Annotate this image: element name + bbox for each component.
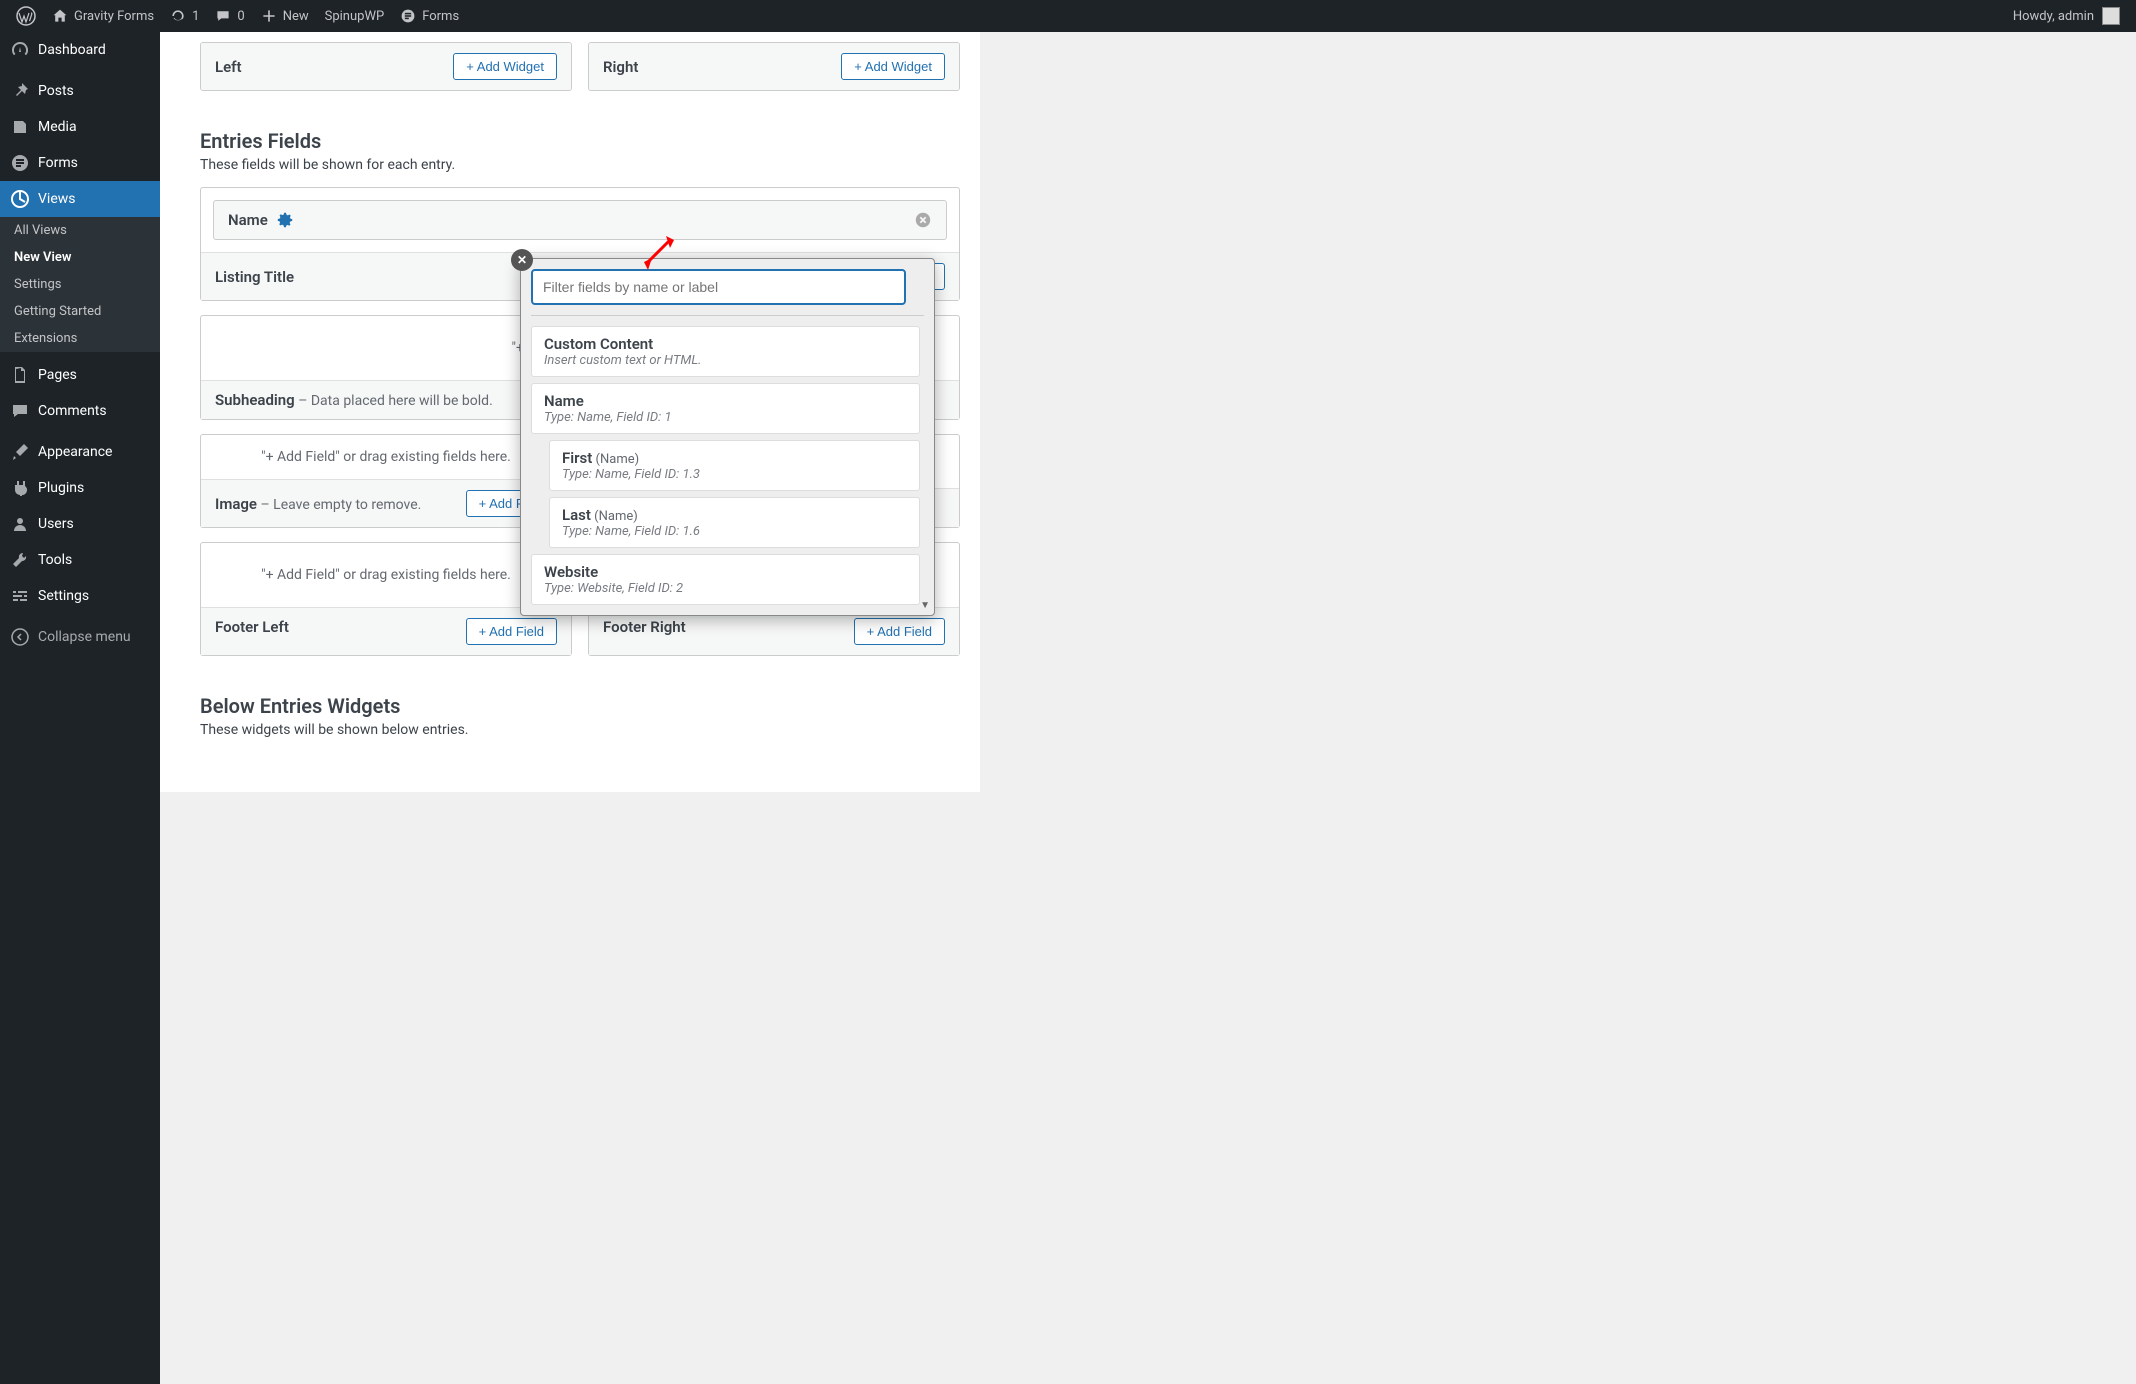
entries-title: Entries Fields	[200, 129, 960, 153]
widget-left: Left + Add Widget	[200, 42, 572, 91]
comments-count: 0	[237, 9, 244, 24]
list-item[interactable]: First (Name) Type: Name, Field ID: 1.3	[549, 440, 920, 491]
menu-tools[interactable]: Tools	[0, 542, 160, 578]
menu-users[interactable]: Users	[0, 506, 160, 542]
new-content[interactable]: New	[253, 0, 317, 32]
menu-appearance[interactable]: Appearance	[0, 434, 160, 470]
entries-desc: These fields will be shown for each entr…	[200, 157, 960, 173]
views-icon	[10, 189, 30, 209]
drop-area-image[interactable]: "+ Add Field" or drag existing fields he…	[201, 435, 571, 479]
submenu-getting-started[interactable]: Getting Started	[0, 298, 160, 325]
widget-left-title: Left	[215, 58, 242, 76]
wp-logo[interactable]	[8, 0, 44, 32]
widget-right: Right + Add Widget	[588, 42, 960, 91]
image-box: "+ Add Field" or drag existing fields he…	[200, 434, 572, 528]
submenu-all-views[interactable]: All Views	[0, 217, 160, 244]
field-picker-popup: ✕ Custom Content Insert custom text or H…	[520, 258, 935, 616]
pin-icon	[10, 81, 30, 101]
subheading-desc: – Data placed here will be bold.	[295, 393, 493, 409]
avatar	[2102, 7, 2120, 25]
menu-pages[interactable]: Pages	[0, 357, 160, 393]
field-name-label: Name	[228, 211, 268, 229]
forms-icon	[400, 8, 416, 24]
list-item[interactable]: Custom Content Insert custom text or HTM…	[531, 326, 920, 377]
image-label: Image	[215, 495, 257, 513]
howdy-label: Howdy, admin	[2013, 9, 2094, 24]
collapse-menu[interactable]: Collapse menu	[0, 619, 160, 655]
pages-icon	[10, 365, 30, 385]
subheading-label: Subheading	[215, 391, 295, 409]
comment-icon	[215, 8, 231, 24]
home-icon	[52, 8, 68, 24]
menu-plugins[interactable]: Plugins	[0, 470, 160, 506]
below-desc: These widgets will be shown below entrie…	[200, 722, 960, 738]
update-icon	[170, 8, 186, 24]
admin-menu: Dashboard Posts Media Forms Views All Vi…	[0, 32, 160, 1384]
new-label: New	[283, 9, 309, 24]
add-widget-left[interactable]: + Add Widget	[453, 53, 557, 80]
filter-input[interactable]	[531, 269, 906, 305]
list-item[interactable]: Name Type: Name, Field ID: 1	[531, 383, 920, 434]
updates[interactable]: 1	[162, 0, 207, 32]
wrench-icon	[10, 550, 30, 570]
submenu-settings[interactable]: Settings	[0, 271, 160, 298]
spinupwp[interactable]: SpinupWP	[317, 0, 393, 32]
dashboard-icon	[10, 40, 30, 60]
submenu-new-view[interactable]: New View	[0, 244, 160, 271]
menu-dashboard[interactable]: Dashboard	[0, 32, 160, 68]
add-field-footer-left[interactable]: + Add Field	[466, 618, 557, 645]
menu-forms[interactable]: Forms	[0, 145, 160, 181]
menu-comments[interactable]: Comments	[0, 393, 160, 429]
submenu-extensions[interactable]: Extensions	[0, 325, 160, 352]
admin-bar: Gravity Forms 1 0 New SpinupWP	[0, 0, 2136, 32]
chevron-down-icon[interactable]: ▼	[920, 600, 930, 611]
listing-title-label: Listing Title	[215, 268, 294, 286]
forms-menu-icon	[10, 153, 30, 173]
menu-settings[interactable]: Settings	[0, 578, 160, 614]
my-account[interactable]: Howdy, admin	[2005, 0, 2128, 32]
close-icon[interactable]: ✕	[511, 249, 533, 271]
field-list[interactable]: Custom Content Insert custom text or HTM…	[531, 326, 924, 605]
menu-posts[interactable]: Posts	[0, 73, 160, 109]
list-item[interactable]: Last (Name) Type: Name, Field ID: 1.6	[549, 497, 920, 548]
menu-views[interactable]: Views	[0, 181, 160, 217]
brush-icon	[10, 442, 30, 462]
menu-media[interactable]: Media	[0, 109, 160, 145]
footer-right-label: Footer Right	[603, 618, 686, 636]
media-icon	[10, 117, 30, 137]
user-icon	[10, 514, 30, 534]
sliders-icon	[10, 586, 30, 606]
updates-count: 1	[192, 9, 199, 24]
site-name[interactable]: Gravity Forms	[44, 0, 162, 32]
configured-field-name[interactable]: Name	[213, 200, 947, 240]
list-item[interactable]: Website Type: Website, Field ID: 2	[531, 554, 920, 605]
widget-right-title: Right	[603, 58, 638, 76]
remove-field-icon[interactable]	[914, 211, 932, 229]
plus-icon	[261, 8, 277, 24]
image-desc: – Leave empty to remove.	[257, 497, 421, 513]
views-submenu: All Views New View Settings Getting Star…	[0, 217, 160, 352]
below-title: Below Entries Widgets	[200, 694, 960, 718]
add-field-footer-right[interactable]: + Add Field	[854, 618, 945, 645]
add-widget-right[interactable]: + Add Widget	[841, 53, 945, 80]
forms-link[interactable]: Forms	[392, 0, 467, 32]
gear-icon[interactable]	[276, 211, 294, 229]
footer-left-box: "+ Add Field" or drag existing fields he…	[200, 542, 572, 656]
drop-area-fl[interactable]: "+ Add Field" or drag existing fields he…	[201, 543, 571, 607]
footer-left-label: Footer Left	[215, 618, 289, 636]
site-name-label: Gravity Forms	[74, 9, 154, 24]
comments-menu-icon	[10, 401, 30, 421]
plug-icon	[10, 478, 30, 498]
collapse-icon	[10, 627, 30, 647]
comments[interactable]: 0	[207, 0, 252, 32]
